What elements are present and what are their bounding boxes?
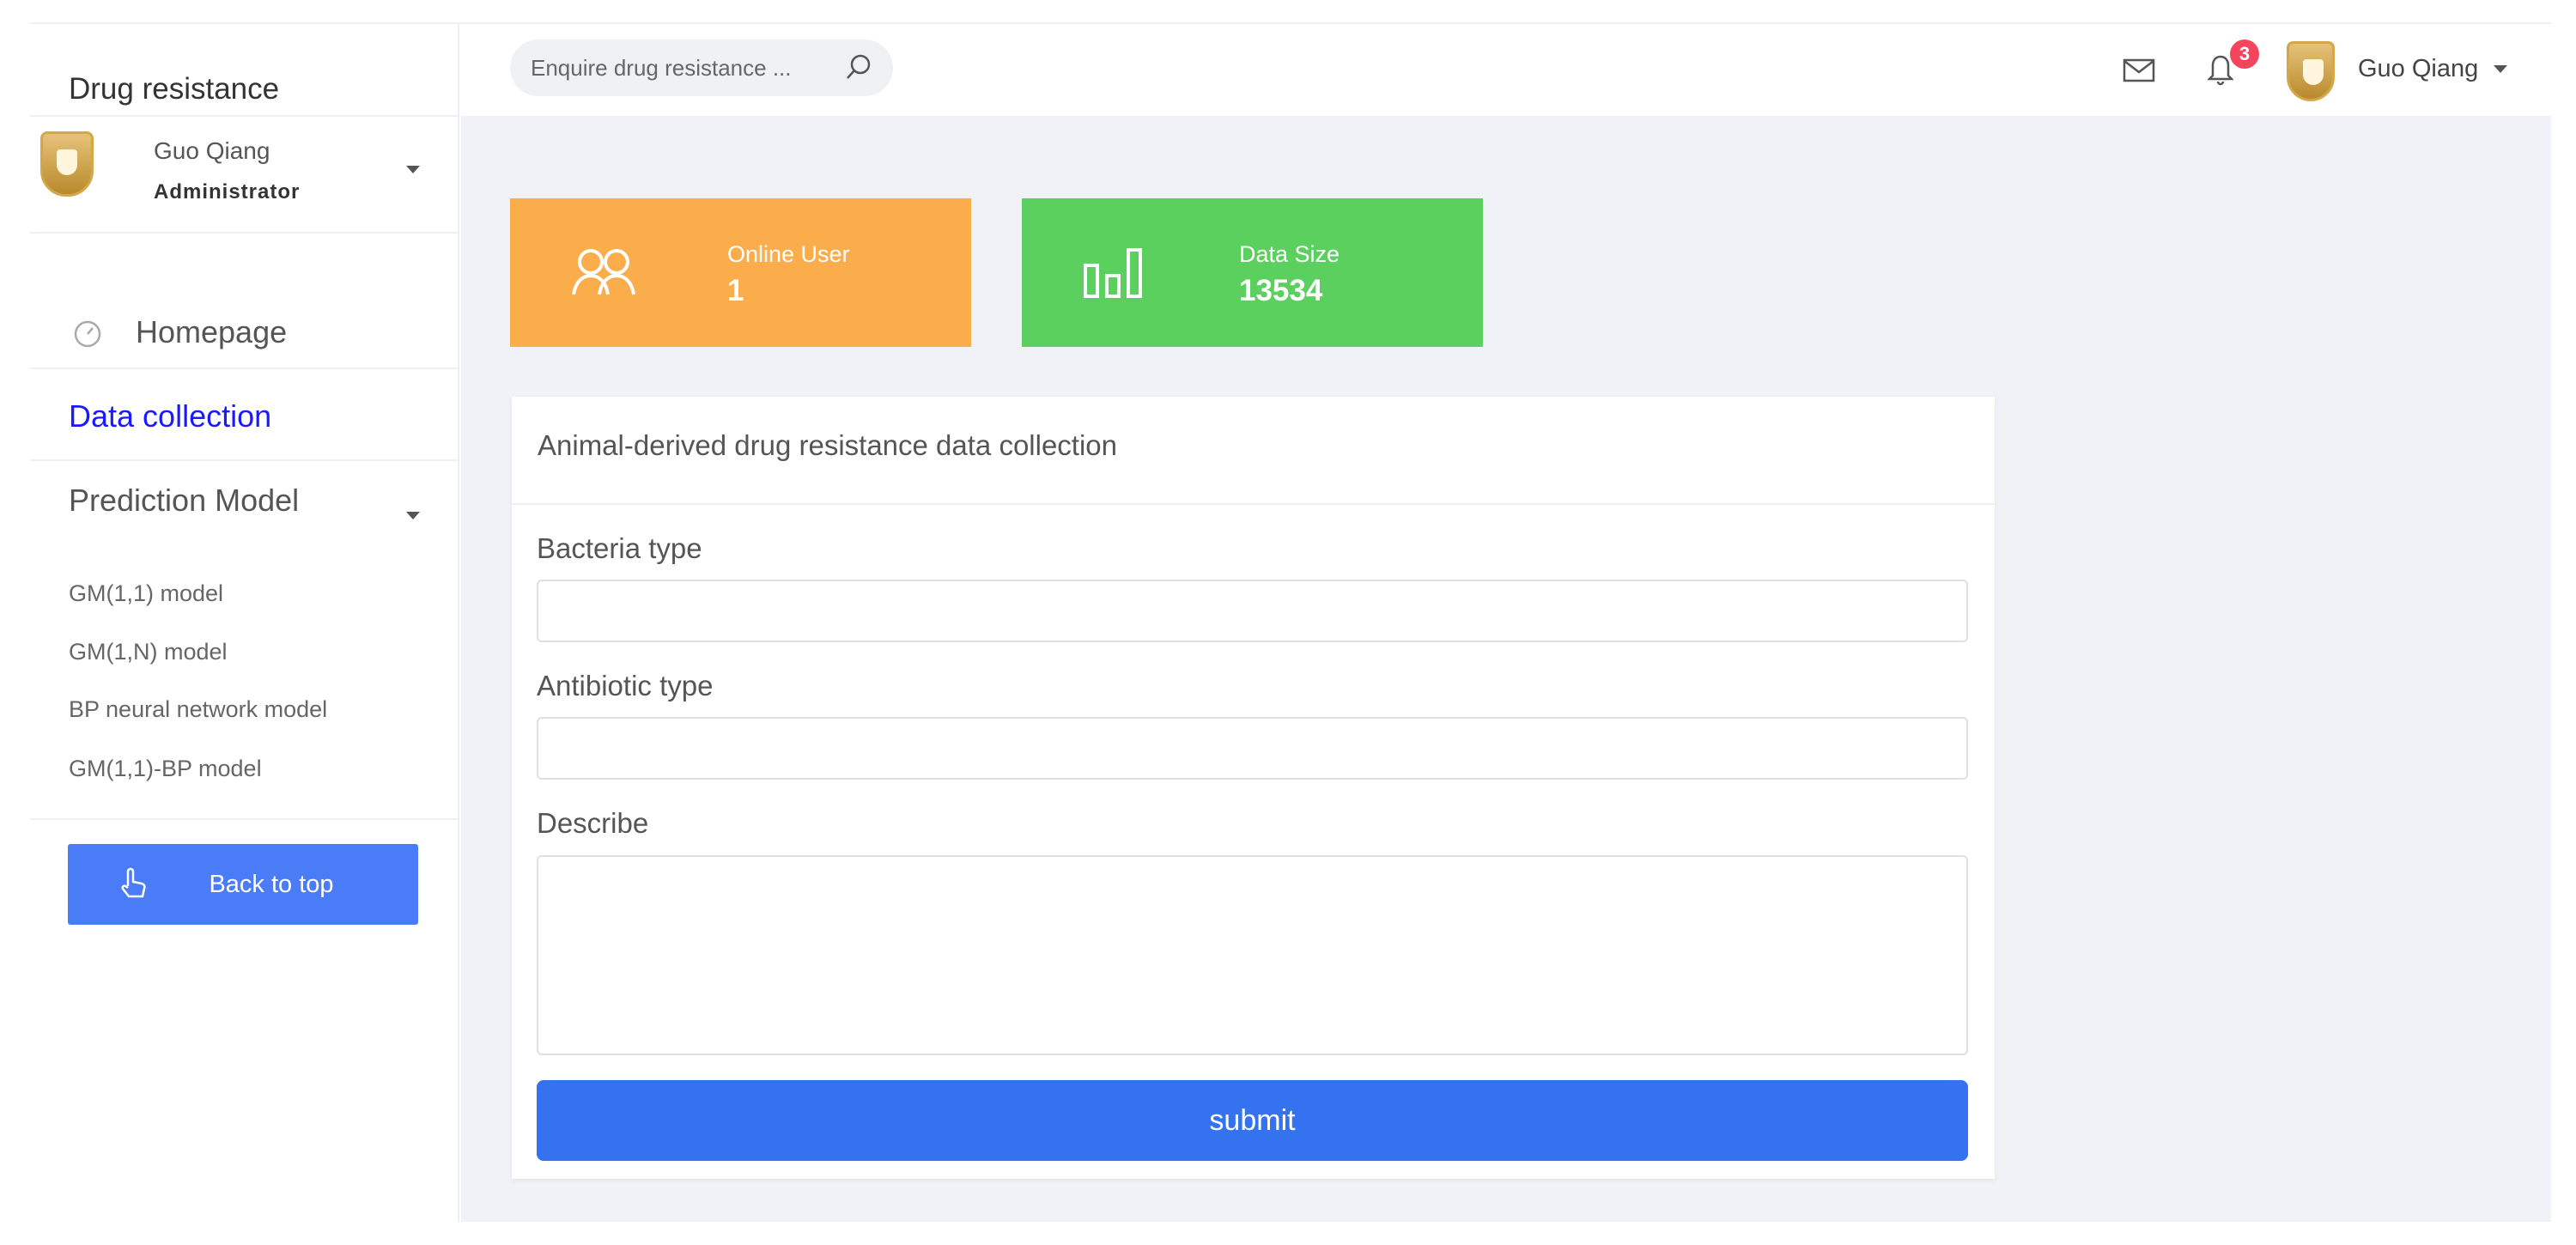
user-menu-caret-icon[interactable]: [406, 166, 420, 173]
card-label: Data Size: [1239, 241, 1340, 267]
header-avatar[interactable]: [2287, 41, 2335, 101]
header-user-name[interactable]: Guo Qiang: [2358, 55, 2478, 83]
bacteria-type-label: Bacteria type: [537, 532, 702, 564]
card-value: 1: [727, 274, 744, 307]
bar-chart-icon: [1084, 248, 1142, 298]
user-role: Administrator: [154, 180, 301, 203]
antibiotic-type-input[interactable]: [537, 717, 1968, 780]
sidebar-subitem-gm11-bp[interactable]: GM(1,1)-BP model: [69, 756, 262, 782]
card-value: 13534: [1239, 274, 1323, 307]
search-icon[interactable]: [843, 53, 872, 82]
app-title: Drug resistance: [69, 72, 280, 106]
submit-button[interactable]: submit: [537, 1080, 1968, 1161]
hand-pointer-icon: [121, 867, 147, 898]
antibiotic-type-label: Antibiotic type: [537, 670, 714, 701]
mail-icon[interactable]: [2123, 58, 2155, 82]
header-user-caret-icon[interactable]: [2494, 65, 2507, 73]
data-collection-form: Animal-derived drug resistance data coll…: [512, 397, 1995, 1179]
sidebar-item-prediction-model[interactable]: Prediction Model: [69, 483, 299, 519]
sidebar-subitem-gm1n[interactable]: GM(1,N) model: [69, 639, 228, 665]
avatar: [40, 131, 94, 197]
search-placeholder: Enquire drug resistance ...: [531, 54, 792, 81]
search-input[interactable]: Enquire drug resistance ...: [510, 39, 893, 96]
card-label: Online User: [727, 241, 850, 267]
bacteria-type-input[interactable]: [537, 580, 1968, 642]
notification-badge: 3: [2230, 39, 2259, 69]
users-icon: [572, 249, 635, 295]
describe-textarea[interactable]: [537, 855, 1968, 1055]
chevron-down-icon[interactable]: [406, 512, 420, 519]
online-user-card: Online User 1: [510, 198, 971, 347]
sidebar-subitem-gm11[interactable]: GM(1,1) model: [69, 580, 223, 607]
data-size-card: Data Size 13534: [1022, 198, 1483, 347]
dashboard-icon: [74, 320, 101, 348]
form-title: Animal-derived drug resistance data coll…: [538, 429, 1118, 461]
sidebar-item-data-collection[interactable]: Data collection: [69, 398, 271, 434]
sidebar-item-label: Homepage: [136, 314, 288, 349]
back-to-top-button[interactable]: Back to top: [68, 844, 418, 925]
sidebar: Drug resistance Guo Qiang Administrator …: [30, 24, 459, 1222]
user-name: Guo Qiang: [154, 137, 270, 164]
describe-label: Describe: [537, 807, 649, 839]
bell-icon[interactable]: [2208, 53, 2233, 88]
back-to-top-label: Back to top: [209, 870, 334, 898]
sidebar-subitem-bp[interactable]: BP neural network model: [69, 696, 327, 723]
sidebar-item-homepage[interactable]: Homepage: [30, 234, 458, 367]
